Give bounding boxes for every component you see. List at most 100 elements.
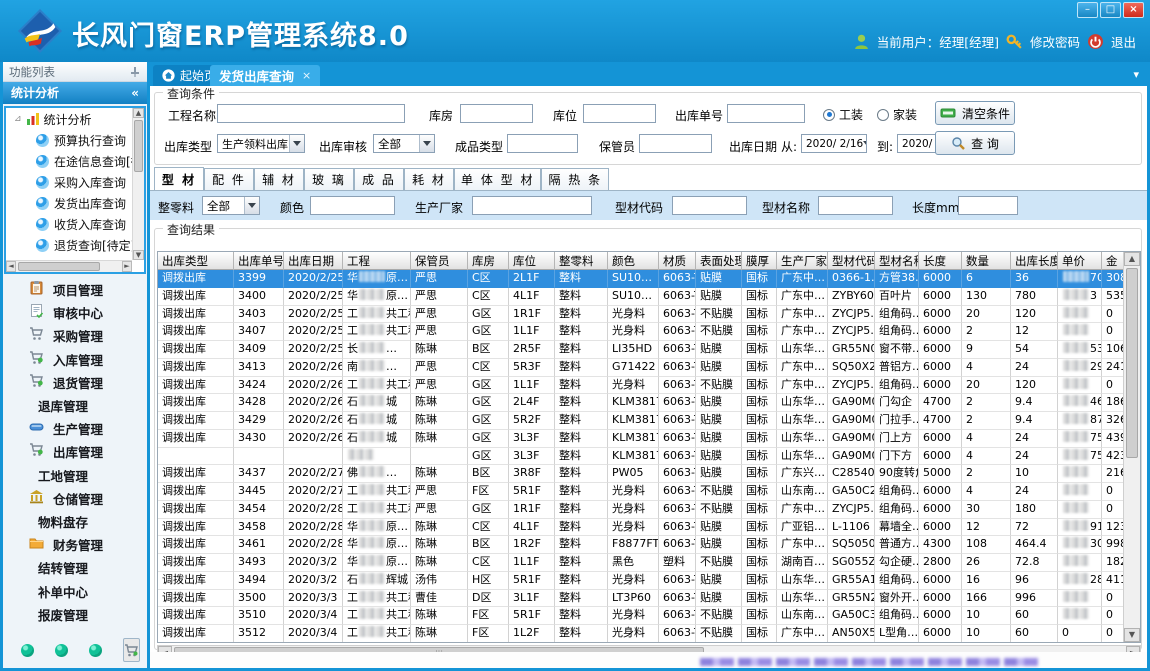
project-name-input[interactable] — [217, 104, 405, 123]
sidebar-item-2[interactable]: 采购管理 — [3, 324, 147, 347]
radio-work-install[interactable]: 工装 — [823, 106, 863, 123]
table-row-0[interactable]: 调拨出库33992020/2/25华原…严思C区2L1F整料SU10…6063-… — [158, 270, 1140, 288]
table-row-19[interactable]: 调拨出库35102020/3/4工共工程陈琳F区5R1F整料光身料6063-T5… — [158, 607, 1140, 625]
tree-item-0[interactable]: 预算执行查询 — [6, 130, 132, 151]
table-row-20[interactable]: 调拨出库35122020/3/4工共工程陈琳F区1L2F整料光身料6063-T5… — [158, 625, 1140, 643]
profile-name-input[interactable] — [818, 196, 893, 215]
tree-item-1[interactable]: 在途信息查询[待 — [6, 151, 132, 172]
table-row-16[interactable]: 调拨出库34932020/3/2华原…陈琳C区1L1F整料黑色塑料不贴膜国标湖南… — [158, 554, 1140, 572]
length-input[interactable] — [958, 196, 1018, 215]
module-dot-icon[interactable] — [55, 644, 68, 657]
pin-icon[interactable] — [129, 66, 141, 78]
table-row-6[interactable]: 调拨出库34242020/2/26工共工程严思G区1L1F整料光身料6063-T… — [158, 377, 1140, 395]
column-header-14[interactable]: 型材名称 — [875, 252, 919, 270]
warehouse-input[interactable] — [460, 104, 533, 123]
sidebar-item-3[interactable]: 入库管理 — [3, 348, 147, 371]
sidebar-item-0[interactable]: 项目管理 — [3, 278, 147, 301]
tree-item-3[interactable]: 发货出库查询 — [6, 193, 132, 214]
color-input[interactable] — [310, 196, 395, 215]
column-header-0[interactable]: 出库类型 — [158, 252, 234, 270]
scroll-right-icon[interactable]: ► — [122, 261, 132, 272]
column-header-16[interactable]: 数量 — [962, 252, 1011, 270]
tree-item-5[interactable]: 退货查询[待定] — [6, 235, 132, 256]
column-header-12[interactable]: 生产厂家 — [777, 252, 828, 270]
scroll-down-icon[interactable]: ▼ — [133, 250, 144, 260]
manufacturer-input[interactable] — [472, 196, 592, 215]
table-row-4[interactable]: 调拨出库34092020/2/25长…陈琳B区2R5F整料LI35HD6063-… — [158, 341, 1140, 359]
radio-home-install[interactable]: 家装 — [877, 106, 917, 123]
sidebar-item-6[interactable]: 生产管理 — [3, 417, 147, 440]
tree-horizontal-scrollbar[interactable]: ◄ ► — [6, 260, 132, 272]
sidebar-item-1[interactable]: 审核中心 — [3, 301, 147, 324]
table-row-1[interactable]: 调拨出库34002020/2/25华原…严思C区4L1F整料SU10…6063-… — [158, 288, 1140, 306]
cart-module-button[interactable] — [123, 638, 140, 662]
sidebar-item-10[interactable]: 物料盘存 — [3, 510, 147, 533]
sidebar-item-4[interactable]: 退货管理 — [3, 371, 147, 394]
material-tab-1[interactable]: 配 件 — [204, 168, 254, 190]
date-from-picker[interactable]: 2020/ 2/16 — [801, 134, 867, 153]
sidebar-item-8[interactable]: 工地管理 — [3, 464, 147, 487]
tab-shipment-outbound-query[interactable]: 发货出库查询 × — [210, 65, 320, 86]
material-tab-3[interactable]: 玻 璃 — [304, 168, 354, 190]
material-tab-7[interactable]: 隔 热 条 — [541, 168, 609, 190]
module-dot-icon[interactable] — [21, 644, 34, 657]
change-password-link[interactable]: 修改密码 — [1030, 32, 1080, 51]
tree-vertical-scrollbar[interactable]: ▲ ▼ — [132, 108, 144, 260]
grid-vscroll-thumb[interactable] — [1126, 268, 1138, 458]
table-row-2[interactable]: 调拨出库34032020/2/25工共工程严思G区1R1F整料光身料6063-T… — [158, 306, 1140, 324]
sidebar-item-9[interactable]: 仓储管理 — [3, 487, 147, 510]
column-header-4[interactable]: 保管员 — [411, 252, 468, 270]
sidebar-section-header[interactable]: 统计分析 « — [3, 82, 147, 104]
column-header-5[interactable]: 库房 — [468, 252, 509, 270]
tree-root-statistics[interactable]: ⊿ 统计分析 — [6, 108, 132, 130]
scroll-down-icon[interactable]: ▼ — [1124, 628, 1140, 642]
column-header-9[interactable]: 材质 — [659, 252, 696, 270]
column-header-15[interactable]: 长度 — [919, 252, 962, 270]
material-tab-5[interactable]: 耗 材 — [404, 168, 454, 190]
product-type-input[interactable] — [507, 134, 578, 153]
column-header-7[interactable]: 整零料 — [555, 252, 608, 270]
table-row-3[interactable]: 调拨出库34072020/2/25工共工程严思G区1L1F整料光身料6063-T… — [158, 323, 1140, 341]
scroll-left-icon[interactable]: ◄ — [6, 261, 16, 272]
column-header-10[interactable]: 表面处理 — [696, 252, 742, 270]
whole-part-select[interactable]: 全部 — [202, 196, 260, 215]
sidebar-item-14[interactable]: 报废管理 — [3, 603, 147, 626]
material-tab-6[interactable]: 单 体 型 材 — [454, 168, 541, 190]
material-tab-0[interactable]: 型 材 — [154, 167, 204, 191]
logout-link[interactable]: 退出 — [1111, 32, 1136, 51]
tree-hscroll-thumb[interactable] — [18, 262, 100, 271]
column-header-19[interactable]: 金 — [1102, 252, 1124, 270]
collapse-icon[interactable]: « — [131, 82, 139, 104]
sidebar-item-13[interactable]: 补单中心 — [3, 579, 147, 602]
material-tab-4[interactable]: 成 品 — [354, 168, 404, 190]
table-row-14[interactable]: 调拨出库34582020/2/28华原…陈琳C区4L1F整料光身料6063-T5… — [158, 519, 1140, 537]
table-row-11[interactable]: 调拨出库34372020/2/27佛…陈琳B区3R8F整料PW056063-T5… — [158, 465, 1140, 483]
table-row-7[interactable]: 调拨出库34282020/2/26石城陈琳G区2L4F整料KLM38176063… — [158, 394, 1140, 412]
location-input[interactable] — [583, 104, 656, 123]
profile-code-input[interactable] — [672, 196, 747, 215]
tree-expander-icon[interactable]: ⊿ — [14, 114, 22, 124]
table-row-15[interactable]: 调拨出库34612020/2/28华原…陈琳B区1R2F整料F8877FT606… — [158, 536, 1140, 554]
search-button[interactable]: 查 询 — [935, 131, 1015, 155]
tab-list-dropdown-icon[interactable]: ▾ — [1133, 68, 1139, 81]
sidebar-item-12[interactable]: 结转管理 — [3, 556, 147, 579]
table-row-8[interactable]: 调拨出库34292020/2/26石城陈琳G区5R2F整料KLM38176063… — [158, 412, 1140, 430]
tree-item-4[interactable]: 收货入库查询 — [6, 214, 132, 235]
table-row-10[interactable]: G区3L3F整料KLM38176063-T5贴膜国标山东华…GA90M09.门下… — [158, 448, 1140, 466]
table-row-12[interactable]: 调拨出库34452020/2/27工共工程严思F区5R1F整料光身料6063-T… — [158, 483, 1140, 501]
tree-vscroll-thumb[interactable] — [134, 120, 143, 172]
material-tab-2[interactable]: 辅 材 — [254, 168, 304, 190]
column-header-6[interactable]: 库位 — [509, 252, 555, 270]
table-row-9[interactable]: 调拨出库34302020/2/26石城陈琳G区3L3F整料KLM38176063… — [158, 430, 1140, 448]
column-header-17[interactable]: 出库长度 — [1011, 252, 1058, 270]
column-header-13[interactable]: 型材代码 — [828, 252, 875, 270]
minimize-button[interactable]: – — [1077, 2, 1098, 18]
column-header-2[interactable]: 出库日期 — [284, 252, 343, 270]
module-dot-icon[interactable] — [89, 644, 102, 657]
column-header-18[interactable]: 单价 — [1058, 252, 1102, 270]
audit-select[interactable]: 全部 — [373, 134, 435, 153]
column-header-8[interactable]: 颜色 — [608, 252, 659, 270]
table-row-17[interactable]: 调拨出库34942020/3/2石辉城汤伟H区5R1F整料光身料6063-T5贴… — [158, 572, 1140, 590]
clear-conditions-button[interactable]: 清空条件 — [935, 101, 1015, 125]
column-header-1[interactable]: 出库单号 — [234, 252, 284, 270]
